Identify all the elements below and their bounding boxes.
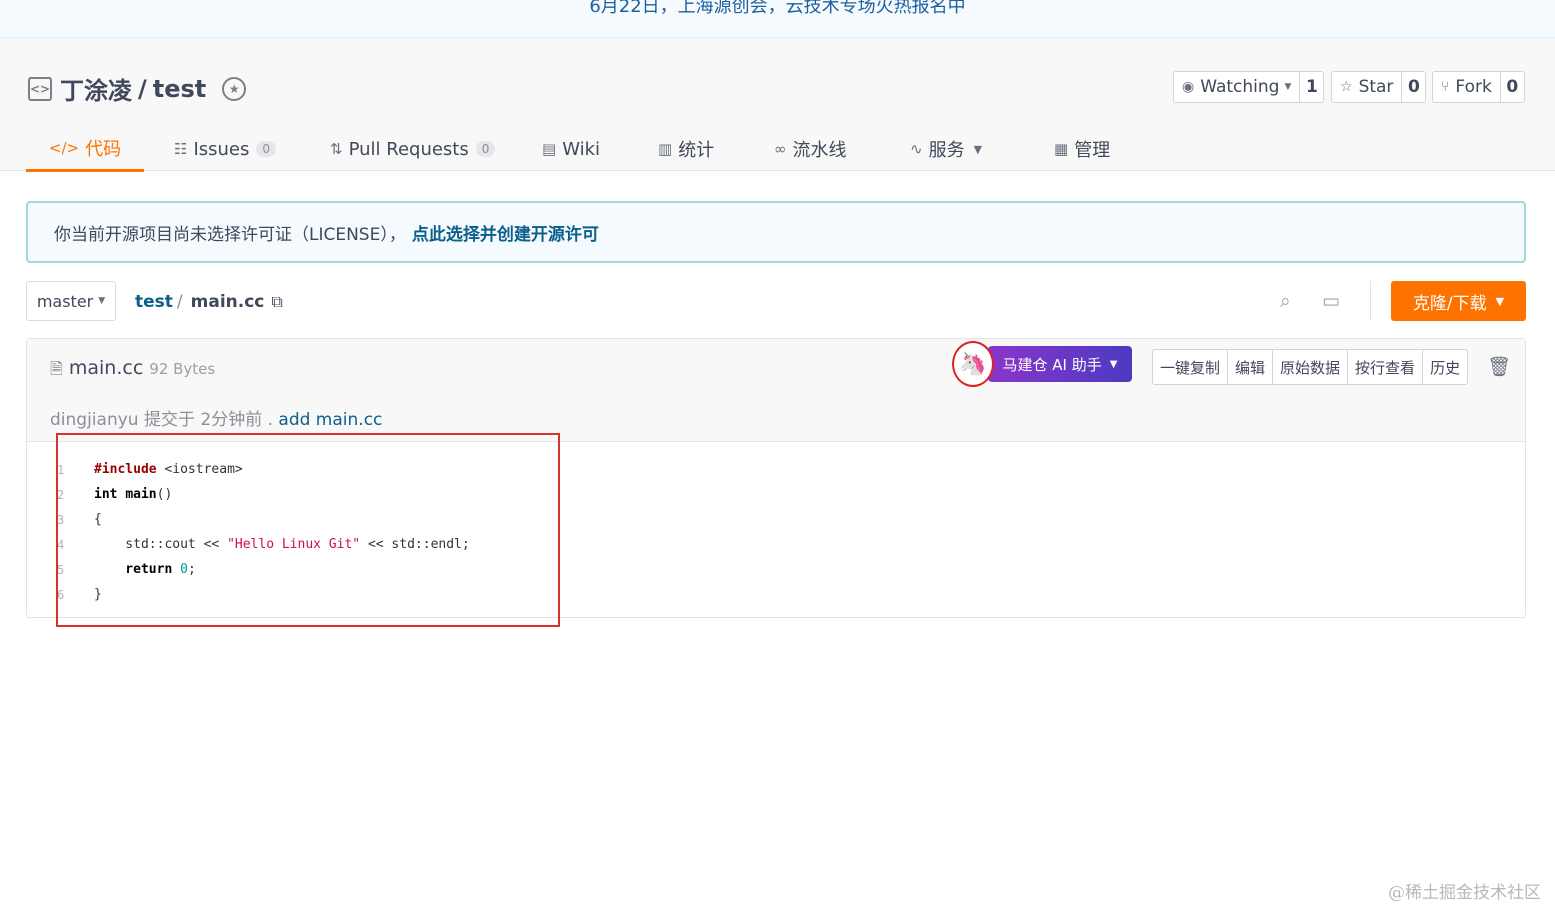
ai-assistant-label: 马建仓 AI 助手	[1002, 355, 1102, 374]
pipeline-icon: ∞	[774, 140, 787, 158]
repo-owner-link[interactable]: 丁涂凌	[60, 71, 132, 106]
copy-all-button[interactable]: 一键复制	[1153, 350, 1229, 384]
star-control: ☆ Star 0	[1331, 71, 1427, 103]
breadcrumb-separator: /	[176, 292, 183, 312]
pulls-count-badge: 0	[475, 141, 496, 157]
chevron-down-icon: ▼	[1109, 358, 1118, 370]
chevron-down-icon: ▼	[1495, 294, 1505, 308]
file-icon: 🗎	[50, 359, 63, 378]
ai-assistant-pill: 马建仓 AI 助手 ▼	[988, 346, 1132, 382]
tab-pipeline[interactable]: ∞ 流水线	[774, 126, 847, 172]
file-name: main.cc	[68, 357, 144, 379]
monitor-icon[interactable]: ▭	[1322, 290, 1340, 312]
branch-name: master	[36, 291, 94, 311]
watching-button[interactable]: ◉ Watching ▼	[1174, 72, 1299, 102]
breadcrumb: test / main.cc ⧉	[135, 292, 283, 312]
tab-issues-label: Issues	[193, 138, 250, 160]
repo-title: <> 丁涂凌 / test ★	[28, 71, 247, 106]
book-icon: ▤	[542, 140, 557, 158]
repo-header: <> 丁涂凌 / test ★ ◉ Watching ▼ 1 ☆ Star 0 …	[0, 38, 1555, 172]
breadcrumb-repo-link[interactable]: test	[135, 292, 173, 312]
license-text: 你当前开源项目尚未选择许可证（LICENSE），	[54, 224, 406, 245]
fork-control: ⑂ Fork 0	[1432, 71, 1525, 103]
tab-manage-label: 管理	[1074, 140, 1111, 161]
pull-request-icon: ⇅	[330, 140, 343, 158]
branch-selector[interactable]: master ▼	[26, 281, 116, 321]
tab-code[interactable]: </> 代码	[26, 126, 144, 172]
watching-label: Watching	[1200, 77, 1280, 97]
tab-stats-label: 统计	[678, 140, 715, 161]
tab-pipeline-label: 流水线	[792, 140, 847, 161]
license-link[interactable]: 点此选择并创建开源许可	[412, 220, 599, 245]
tab-wiki-label: Wiki	[562, 138, 601, 160]
blame-button[interactable]: 按行查看	[1348, 350, 1424, 384]
tab-code-label: 代码	[85, 138, 122, 160]
ai-assistant-button[interactable]: 🦄 马建仓 AI 助手 ▼	[952, 341, 1132, 387]
banner-text[interactable]: 6月22日，上海源创会，云技术专场火热报名中	[589, 0, 965, 17]
fork-count[interactable]: 0	[1499, 72, 1524, 102]
issues-icon: ☷	[174, 140, 188, 158]
mascot-icon: 🦄	[952, 341, 994, 387]
code-icon: </>	[48, 138, 80, 157]
search-icon[interactable]: ⌕	[1280, 290, 1291, 312]
commit-info: dingjianyu 提交于 2分钟前 . add main.cc	[50, 405, 382, 430]
repo-name-link[interactable]: test	[153, 75, 207, 103]
star-icon: ☆	[1340, 79, 1353, 95]
star-label: Star	[1358, 77, 1394, 97]
bar-chart-icon: ▥	[658, 140, 673, 158]
watermark: @稀土掘金技术社区	[1388, 883, 1541, 903]
watch-control: ◉ Watching ▼ 1	[1173, 71, 1325, 103]
file-actions: 一键复制 编辑 原始数据 按行查看 历史	[1152, 349, 1469, 385]
raw-button[interactable]: 原始数据	[1273, 350, 1349, 384]
repo-separator: /	[138, 74, 147, 103]
highlight-annotation-box	[56, 433, 560, 627]
tab-issues[interactable]: ☷ Issues 0	[174, 126, 277, 172]
clone-label: 克隆/下载	[1412, 293, 1487, 314]
pulse-icon: ∿	[910, 140, 923, 158]
file-size: 92 Bytes	[149, 360, 216, 378]
fork-button[interactable]: ⑂ Fork	[1433, 72, 1500, 102]
chevron-down-icon: ▼	[98, 296, 106, 306]
commit-author[interactable]: dingjianyu	[50, 410, 139, 430]
award-icon[interactable]: ★	[222, 76, 247, 101]
star-button[interactable]: ☆ Star	[1332, 72, 1401, 102]
watching-count[interactable]: 1	[1299, 72, 1323, 102]
tab-pulls-label: Pull Requests	[348, 138, 469, 160]
history-button[interactable]: 历史	[1423, 350, 1467, 384]
chevron-down-icon: ▼	[973, 142, 983, 156]
toolbar-divider	[1370, 281, 1371, 321]
chevron-down-icon: ▼	[1284, 82, 1292, 92]
trash-icon[interactable]: 🗑	[1487, 355, 1511, 378]
star-count[interactable]: 0	[1401, 72, 1425, 102]
issues-count-badge: 0	[256, 141, 277, 157]
fork-label: Fork	[1455, 77, 1492, 97]
commit-message-link[interactable]: add main.cc	[278, 410, 382, 430]
tab-services[interactable]: ∿ 服务 ▼	[910, 126, 982, 172]
tab-wiki[interactable]: ▤ Wiki	[542, 126, 600, 172]
tab-stats[interactable]: ▥ 统计	[658, 126, 714, 172]
edit-button[interactable]: 编辑	[1228, 350, 1274, 384]
copy-icon[interactable]: ⧉	[271, 292, 282, 312]
tab-pull-requests[interactable]: ⇅ Pull Requests 0	[330, 126, 496, 172]
tab-manage[interactable]: ▦ 管理	[1054, 126, 1110, 172]
eye-icon: ◉	[1182, 79, 1195, 95]
breadcrumb-file: main.cc	[190, 292, 265, 312]
clone-download-button[interactable]: 克隆/下载 ▼	[1391, 281, 1526, 321]
tab-services-label: 服务	[928, 140, 965, 161]
fork-icon: ⑂	[1441, 79, 1450, 95]
top-banner[interactable]: 6月22日，上海源创会，云技术专场火热报名中	[0, 0, 1555, 38]
commit-time: 提交于 2分钟前 .	[143, 410, 273, 430]
settings-doc-icon: ▦	[1054, 140, 1069, 158]
file-title: 🗎 main.cc 92 Bytes	[50, 357, 215, 385]
code-bracket-icon: <>	[28, 76, 52, 101]
license-notice: 你当前开源项目尚未选择许可证（LICENSE）， 点此选择并创建开源许可	[26, 201, 1526, 263]
file-header: 🗎 main.cc 92 Bytes dingjianyu 提交于 2分钟前 .…	[27, 339, 1525, 442]
